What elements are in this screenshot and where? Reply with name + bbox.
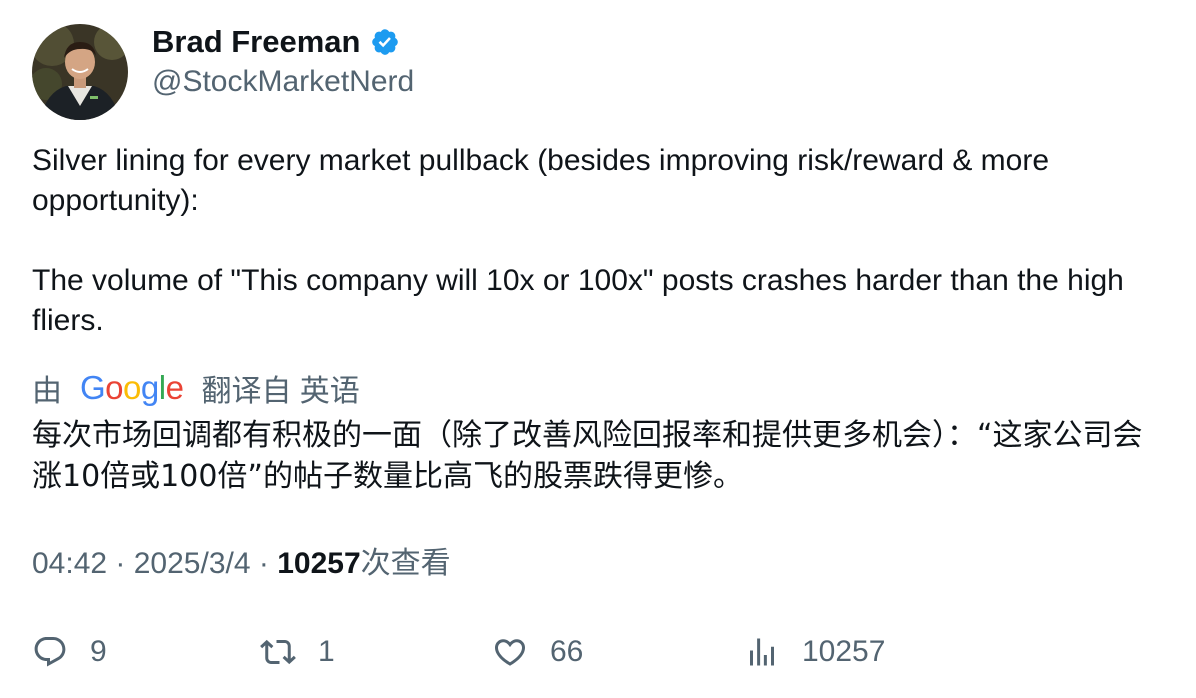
tweet-body: Silver lining for every market pullback … [32,141,1162,341]
reply-icon [34,637,66,667]
views-label: 次查看 [360,547,451,580]
views-action-count: 10257 [802,635,886,668]
views-button[interactable]: 10257 [744,628,885,676]
tweet-date[interactable]: 2025/3/4 [134,547,251,580]
display-name[interactable]: Brad Freeman [152,24,360,60]
tweet-header: Brad Freeman @StockMarketNerd [32,24,414,120]
retweet-button[interactable]: 1 [260,628,335,676]
like-count: 66 [550,635,584,668]
reply-button[interactable]: 9 [32,628,107,676]
views-chart-icon [750,638,774,666]
author-names: Brad Freeman @StockMarketNerd [152,24,414,100]
retweet-count: 1 [318,635,335,668]
translated-from-label: 翻译自 英语 [201,375,360,408]
verified-badge-icon [370,27,400,57]
google-logo[interactable]: Google [80,366,184,410]
action-bar: 9 1 66 10257 [32,628,1162,676]
heart-icon [494,639,526,666]
tweet-meta: 04:42 · 2025/3/4 · 10257次查看 [32,544,451,584]
tweet-time[interactable]: 04:42 [32,547,107,580]
retweet-icon [260,639,296,665]
translation-attribution: 由 Google 翻译自 英语 [32,366,360,410]
reply-count: 9 [90,635,107,668]
meta-separator: · [258,547,278,580]
user-handle[interactable]: @StockMarketNerd [152,64,414,100]
tweet-paragraph-1: Silver lining for every market pullback … [32,144,1050,217]
views-count: 10257 [277,547,361,580]
meta-separator: · [115,547,134,580]
avatar[interactable] [32,24,128,120]
name-row: Brad Freeman [152,24,414,60]
like-button[interactable]: 66 [492,628,583,676]
translation-by-label: 由 [32,375,62,408]
tweet-paragraph-2: The volume of "This company will 10x or … [32,264,1124,337]
tweet-card: Brad Freeman @StockMarketNerd Silver lin… [0,0,1196,698]
translated-text: 每次市场回调都有积极的一面（除了改善风险回报率和提供更多机会）：“这家公司会涨1… [32,418,1143,494]
profile-photo-icon [32,24,128,120]
